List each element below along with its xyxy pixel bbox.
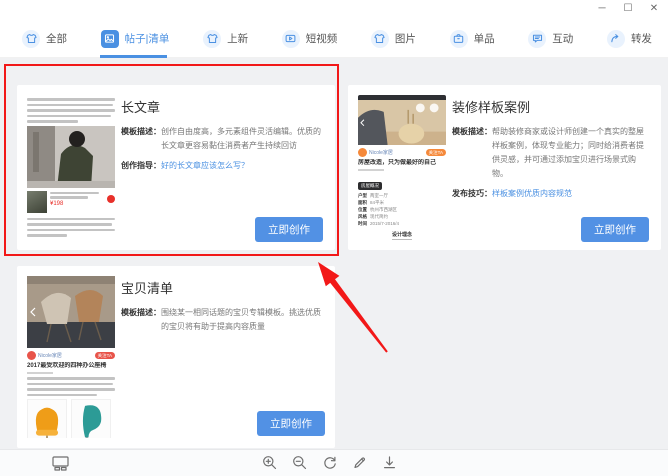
template-thumbnail: Nicole家居 关注TA 房屋改造，只为做最好的自己 房屋概况 户型两室一厅 …	[358, 95, 446, 240]
avatar	[27, 351, 36, 360]
tab-post-list[interactable]: 帖子|清单	[101, 20, 170, 58]
tab-label: 单品	[474, 31, 495, 46]
desc-label: 模板描述：	[452, 125, 492, 181]
follow-button: 关注TA	[95, 352, 115, 359]
teal-chair-image	[71, 399, 111, 438]
author-name: Nicole家居	[38, 352, 93, 359]
zoom-out-icon[interactable]	[292, 455, 307, 470]
field-value: 2015/7-2016/4	[370, 220, 399, 227]
field-value: 杭州市西湖区	[370, 206, 397, 213]
share-icon	[607, 30, 625, 48]
author-name: Nicole家居	[369, 149, 424, 156]
template-thumbnail: Nicole家居 关注TA 2017最受欢迎的四种办公座椅	[27, 276, 115, 438]
author-row: Nicole家居 关注TA	[27, 351, 115, 360]
chat-icon	[528, 30, 546, 48]
product-row: ¥198	[27, 191, 115, 215]
tab-label: 互动	[552, 31, 573, 46]
tshirt-icon	[22, 30, 40, 48]
tab-short-video[interactable]: 短视频	[282, 20, 338, 58]
tab-picture[interactable]: 图片	[371, 20, 416, 58]
product-price: ¥198	[50, 201, 104, 208]
app-window: ─ ☐ ✕ 全部 帖子|清单 上新 短视频 图片 单品	[0, 0, 668, 476]
tab-forward[interactable]: 转发	[607, 20, 652, 58]
template-title: 装修样板案例	[452, 97, 649, 116]
author-row: Nicole家居 关注TA	[358, 148, 446, 157]
field-key: 位置	[358, 206, 367, 213]
desc-text: 创作自由度高，多元素组件灵活编辑。优质的长文章更容易黏住消费者产生持续回访	[161, 125, 323, 153]
template-title: 长文章	[121, 97, 323, 116]
product-image	[27, 191, 47, 213]
guide-label: 创作指导：	[121, 159, 161, 173]
avatar	[358, 148, 367, 157]
briefcase-icon	[450, 30, 468, 48]
field-key: 时间	[358, 220, 367, 227]
post-image-icon	[101, 30, 119, 48]
thumb-caption: 房屋改造，只为做最好的自己	[358, 159, 446, 167]
template-card-long-article: ¥198 长文章 模板描述： 创作自由度高，多元素组件灵活编辑。优质的长文章更容…	[17, 85, 335, 250]
tips-label: 发布技巧：	[452, 187, 492, 201]
desc-text: 帮助装修商家或设计师创建一个真实的整屋样板案例，体现专业能力；同时给消费者提供灵…	[492, 125, 649, 181]
buy-dot-icon	[107, 195, 115, 203]
template-title: 宝贝清单	[121, 278, 323, 297]
bottom-toolbar	[0, 449, 668, 476]
chairs-photo	[27, 276, 115, 348]
tab-label: 转发	[631, 31, 652, 46]
tab-label: 图片	[395, 31, 416, 46]
tips-link[interactable]: 样板案例优质内容规范	[492, 187, 572, 201]
tshirt-icon	[371, 30, 389, 48]
edit-icon[interactable]	[352, 455, 367, 470]
orange-chair-image	[27, 399, 67, 438]
field-key: 户型	[358, 192, 367, 199]
template-card-item-list: Nicole家居 关注TA 2017最受欢迎的四种办公座椅	[17, 266, 335, 448]
tab-label: 全部	[46, 31, 67, 46]
video-icon	[282, 30, 300, 48]
tab-label: 上新	[227, 31, 248, 46]
thumb-caption: 2017最受欢迎的四种办公座椅	[27, 362, 115, 370]
tab-label: 短视频	[306, 31, 338, 46]
guide-link[interactable]: 好的长文章应该怎么写？	[161, 159, 249, 173]
tab-new-arrival[interactable]: 上新	[203, 20, 248, 58]
tshirt-icon	[203, 30, 221, 48]
field-value: 现代简约	[370, 213, 388, 220]
create-now-button[interactable]: 立即创作	[581, 217, 649, 242]
desc-label: 模板描述：	[121, 125, 161, 153]
maximize-button[interactable]: ☐	[622, 3, 634, 15]
template-grid: ¥198 长文章 模板描述： 创作自由度高，多元素组件灵活编辑。优质的长文章更容…	[0, 58, 668, 450]
template-thumbnail: ¥198	[27, 95, 115, 240]
zoom-in-icon[interactable]	[262, 455, 277, 470]
field-key: 风格	[358, 213, 367, 220]
design-concept-heading: 设计理念	[358, 231, 446, 238]
create-now-button[interactable]: 立即创作	[257, 411, 325, 436]
template-card-decor-sample: Nicole家居 关注TA 房屋改造，只为做最好的自己 房屋概况 户型两室一厅 …	[348, 85, 661, 250]
desc-label: 模板描述：	[121, 306, 161, 334]
tab-label: 帖子|清单	[125, 31, 170, 46]
field-key: 面积	[358, 199, 367, 206]
rotate-icon[interactable]	[322, 455, 337, 470]
close-button[interactable]: ✕	[648, 3, 660, 15]
tab-bar: 全部 帖子|清单 上新 短视频 图片 单品 互动 转发	[0, 20, 668, 58]
create-now-button[interactable]: 立即创作	[255, 217, 323, 242]
window-controls: ─ ☐ ✕	[596, 3, 660, 15]
follow-button: 关注TA	[426, 149, 446, 156]
fashion-photo	[27, 126, 115, 188]
desc-text: 围绕某一相同话题的宝贝专辑模板。挑选优质的宝贝将有助于提高内容质量	[161, 306, 323, 334]
tab-interaction[interactable]: 互动	[528, 20, 573, 58]
house-overview-tag: 房屋概况	[358, 182, 382, 190]
field-value: 两室一厅	[370, 192, 388, 199]
minimize-button[interactable]: ─	[596, 3, 608, 15]
field-value: 84平米	[370, 199, 384, 206]
tab-single-item[interactable]: 单品	[450, 20, 495, 58]
download-icon[interactable]	[382, 455, 397, 470]
title-bar: ─ ☐ ✕	[0, 0, 668, 20]
workspace-icon[interactable]	[52, 455, 69, 471]
tab-all[interactable]: 全部	[22, 20, 67, 58]
room-photo	[358, 100, 446, 145]
